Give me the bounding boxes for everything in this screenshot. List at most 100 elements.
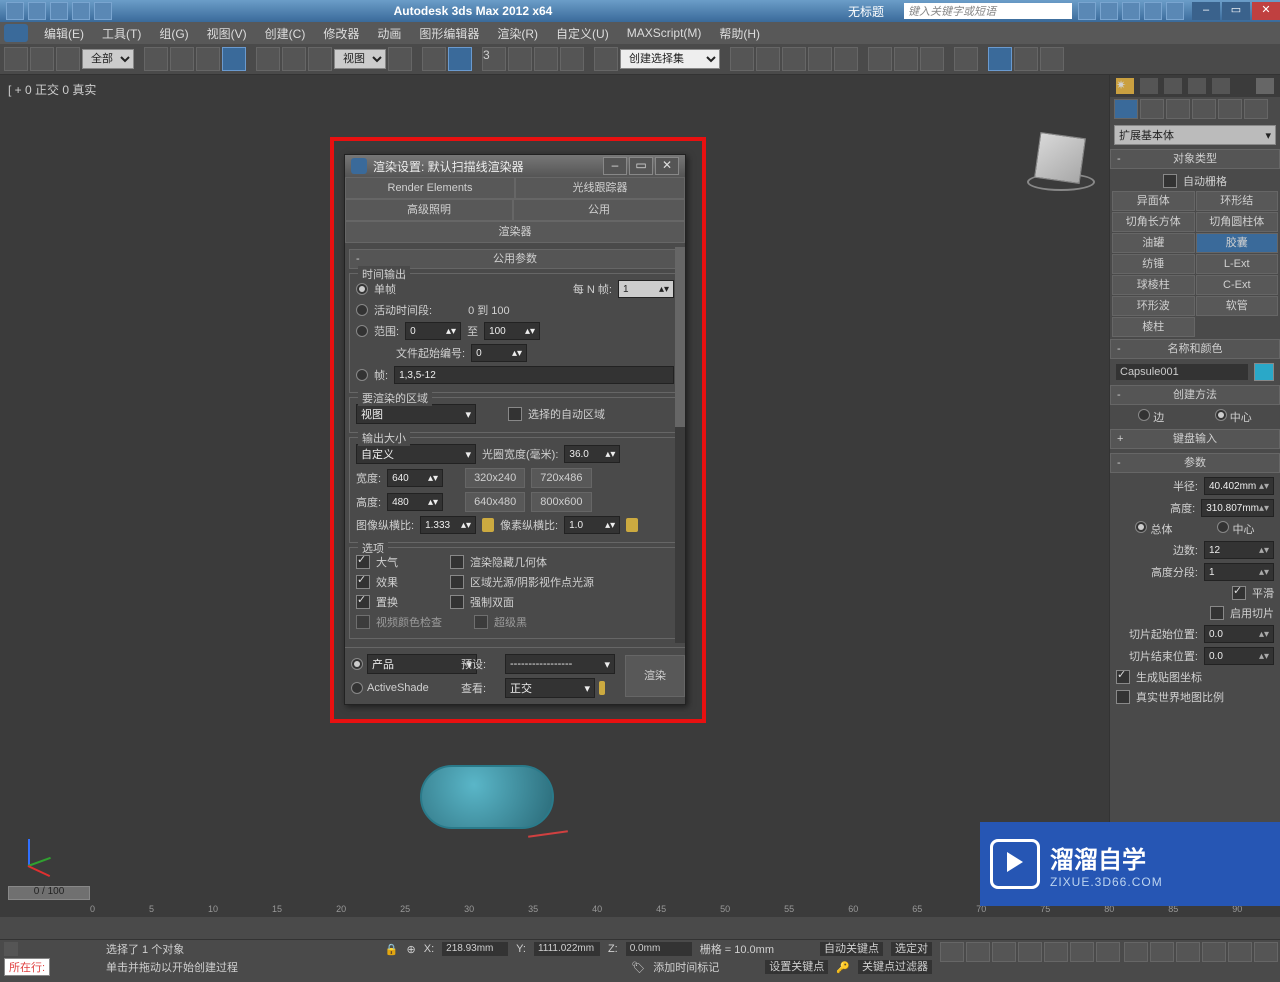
named-selection-icon[interactable] bbox=[594, 47, 618, 71]
menu-group[interactable]: 组(G) bbox=[151, 23, 196, 44]
select-region-icon[interactable] bbox=[196, 47, 220, 71]
teapot-icon[interactable] bbox=[1014, 47, 1038, 71]
goto-end-icon[interactable] bbox=[1044, 942, 1068, 962]
tab-common[interactable]: 公用 bbox=[513, 199, 685, 221]
object-color-swatch[interactable] bbox=[1254, 363, 1274, 381]
infocenter-icon[interactable] bbox=[1078, 2, 1096, 20]
render-button[interactable]: 渲染 bbox=[625, 655, 685, 697]
auto-region-check[interactable] bbox=[508, 407, 522, 421]
objtype-0[interactable]: 异面体 bbox=[1112, 191, 1195, 211]
rollout-creation-method[interactable]: 创建方法 bbox=[1110, 385, 1280, 405]
dialog-close-button[interactable]: ✕ bbox=[655, 157, 679, 175]
lock-selection-icon[interactable]: 🔒 bbox=[385, 943, 399, 956]
coord-x[interactable]: 218.93mm bbox=[442, 942, 508, 956]
tab-modify-icon[interactable] bbox=[1140, 99, 1164, 119]
set-key-button[interactable]: 设置关键点 bbox=[765, 960, 828, 974]
slice-check[interactable] bbox=[1210, 606, 1224, 620]
hseg-spinner[interactable]: 1▴▾ bbox=[1204, 563, 1274, 581]
menu-animation[interactable]: 动画 bbox=[369, 23, 409, 44]
radio-single[interactable] bbox=[356, 283, 368, 295]
menu-tools[interactable]: 工具(T) bbox=[94, 23, 149, 44]
slice-to-spinner[interactable]: 0.0▴▾ bbox=[1204, 647, 1274, 665]
every-n-spinner[interactable]: 1▴▾ bbox=[618, 280, 674, 298]
coord-z[interactable]: 0.0mm bbox=[626, 942, 692, 956]
link-icon[interactable] bbox=[4, 47, 28, 71]
spinner-snap-icon[interactable] bbox=[560, 47, 584, 71]
rollout-parameters[interactable]: 参数 bbox=[1110, 453, 1280, 473]
radio-active[interactable] bbox=[356, 304, 368, 316]
smooth-check[interactable] bbox=[1232, 586, 1246, 600]
menu-views[interactable]: 视图(V) bbox=[199, 23, 255, 44]
coord-display-icon[interactable]: ⊕ bbox=[407, 943, 416, 956]
object-name-field[interactable]: Capsule001 bbox=[1116, 364, 1248, 380]
objtype-5[interactable]: 胶囊 bbox=[1196, 233, 1279, 253]
radio-activeshade[interactable] bbox=[351, 682, 363, 694]
file-start-spinner[interactable]: 0▴▾ bbox=[471, 344, 527, 362]
auto-key-button[interactable]: 自动关键点 bbox=[820, 942, 883, 956]
tab-hierarchy-icon[interactable] bbox=[1166, 99, 1190, 119]
refcoord-combo[interactable]: 视图 bbox=[334, 49, 386, 69]
tab-utilities-icon[interactable] bbox=[1244, 99, 1268, 119]
dialog-min-button[interactable]: – bbox=[603, 157, 627, 175]
slice-from-spinner[interactable]: 0.0▴▾ bbox=[1204, 625, 1274, 643]
add-time-tag[interactable]: 添加时间标记 bbox=[653, 959, 719, 975]
key-filters-icon[interactable]: 🔑 bbox=[836, 961, 850, 974]
bind-icon[interactable] bbox=[56, 47, 80, 71]
select-name-icon[interactable] bbox=[170, 47, 194, 71]
viewcube[interactable] bbox=[1027, 135, 1093, 191]
preset-720x486[interactable]: 720x486 bbox=[531, 468, 591, 488]
preset-combo[interactable]: -----------------▾ bbox=[505, 654, 615, 674]
viewport-label[interactable]: [ + 0 正交 0 真实 bbox=[8, 81, 96, 98]
selected-key[interactable]: 选定对 bbox=[891, 942, 932, 956]
rendered-frame-icon[interactable] bbox=[920, 47, 944, 71]
next-frame-icon[interactable] bbox=[1018, 942, 1042, 962]
chk-hidden[interactable] bbox=[450, 555, 464, 569]
qat-undo-icon[interactable] bbox=[72, 2, 90, 20]
coord-y[interactable]: 1111.022mm bbox=[534, 942, 600, 956]
window-crossing-icon[interactable] bbox=[222, 47, 246, 71]
radio-centers[interactable] bbox=[1217, 521, 1229, 533]
scale-icon[interactable] bbox=[308, 47, 332, 71]
view-lock-icon[interactable] bbox=[599, 681, 605, 695]
menu-edit[interactable]: 编辑(E) bbox=[36, 23, 92, 44]
rollout-keyboard-entry[interactable]: 键盘输入 bbox=[1110, 429, 1280, 449]
zoom-extents-icon[interactable] bbox=[1176, 942, 1200, 962]
view-combo[interactable]: 正交▾ bbox=[505, 678, 595, 698]
menu-modifiers[interactable]: 修改器 bbox=[315, 23, 367, 44]
manipulate-icon[interactable] bbox=[422, 47, 446, 71]
tab-render-elements[interactable]: Render Elements bbox=[345, 177, 515, 199]
rollout-name-color[interactable]: 名称和颜色 bbox=[1110, 339, 1280, 359]
render-production-icon[interactable] bbox=[954, 47, 978, 71]
fov-icon[interactable] bbox=[1202, 942, 1226, 962]
mirror-icon[interactable] bbox=[730, 47, 754, 71]
key-mode-icon[interactable] bbox=[1070, 942, 1094, 962]
rollout-object-type[interactable]: 对象类型 bbox=[1110, 149, 1280, 169]
key-filters[interactable]: 关键点过滤器 bbox=[858, 960, 932, 974]
pixel-aspect-spinner[interactable]: 1.0▴▾ bbox=[564, 516, 620, 534]
pan-icon[interactable] bbox=[1124, 942, 1148, 962]
time-config-icon[interactable] bbox=[1096, 942, 1120, 962]
move-icon[interactable] bbox=[256, 47, 280, 71]
unlink-icon[interactable] bbox=[30, 47, 54, 71]
keyboard-shortcut-icon[interactable] bbox=[448, 47, 472, 71]
goto-start-icon[interactable] bbox=[940, 942, 964, 962]
image-aspect-lock-icon[interactable] bbox=[482, 518, 494, 532]
named-selset-combo[interactable]: 创建选择集 bbox=[620, 49, 720, 69]
objtype-6[interactable]: 纺锤 bbox=[1112, 254, 1195, 274]
zoom-icon[interactable] bbox=[1150, 942, 1174, 962]
chk-arealights[interactable] bbox=[450, 575, 464, 589]
prev-frame-icon[interactable] bbox=[966, 942, 990, 962]
pivot-icon[interactable] bbox=[388, 47, 412, 71]
chk-colcheck[interactable] bbox=[356, 615, 370, 629]
menu-customize[interactable]: 自定义(U) bbox=[548, 23, 617, 44]
cp-curve-icon[interactable] bbox=[1140, 78, 1158, 94]
material-editor-icon[interactable] bbox=[868, 47, 892, 71]
close-button[interactable]: ✕ bbox=[1252, 2, 1280, 20]
objtype-12[interactable]: 棱柱 bbox=[1112, 317, 1195, 337]
area-mode-combo[interactable]: 视图▾ bbox=[356, 404, 476, 424]
cp-display-icon[interactable] bbox=[1212, 78, 1230, 94]
capsule-object[interactable] bbox=[420, 765, 554, 829]
objtype-2[interactable]: 切角长方体 bbox=[1112, 212, 1195, 232]
genmap-check[interactable] bbox=[1116, 670, 1130, 684]
maxscript-mini-icon[interactable] bbox=[4, 942, 18, 956]
